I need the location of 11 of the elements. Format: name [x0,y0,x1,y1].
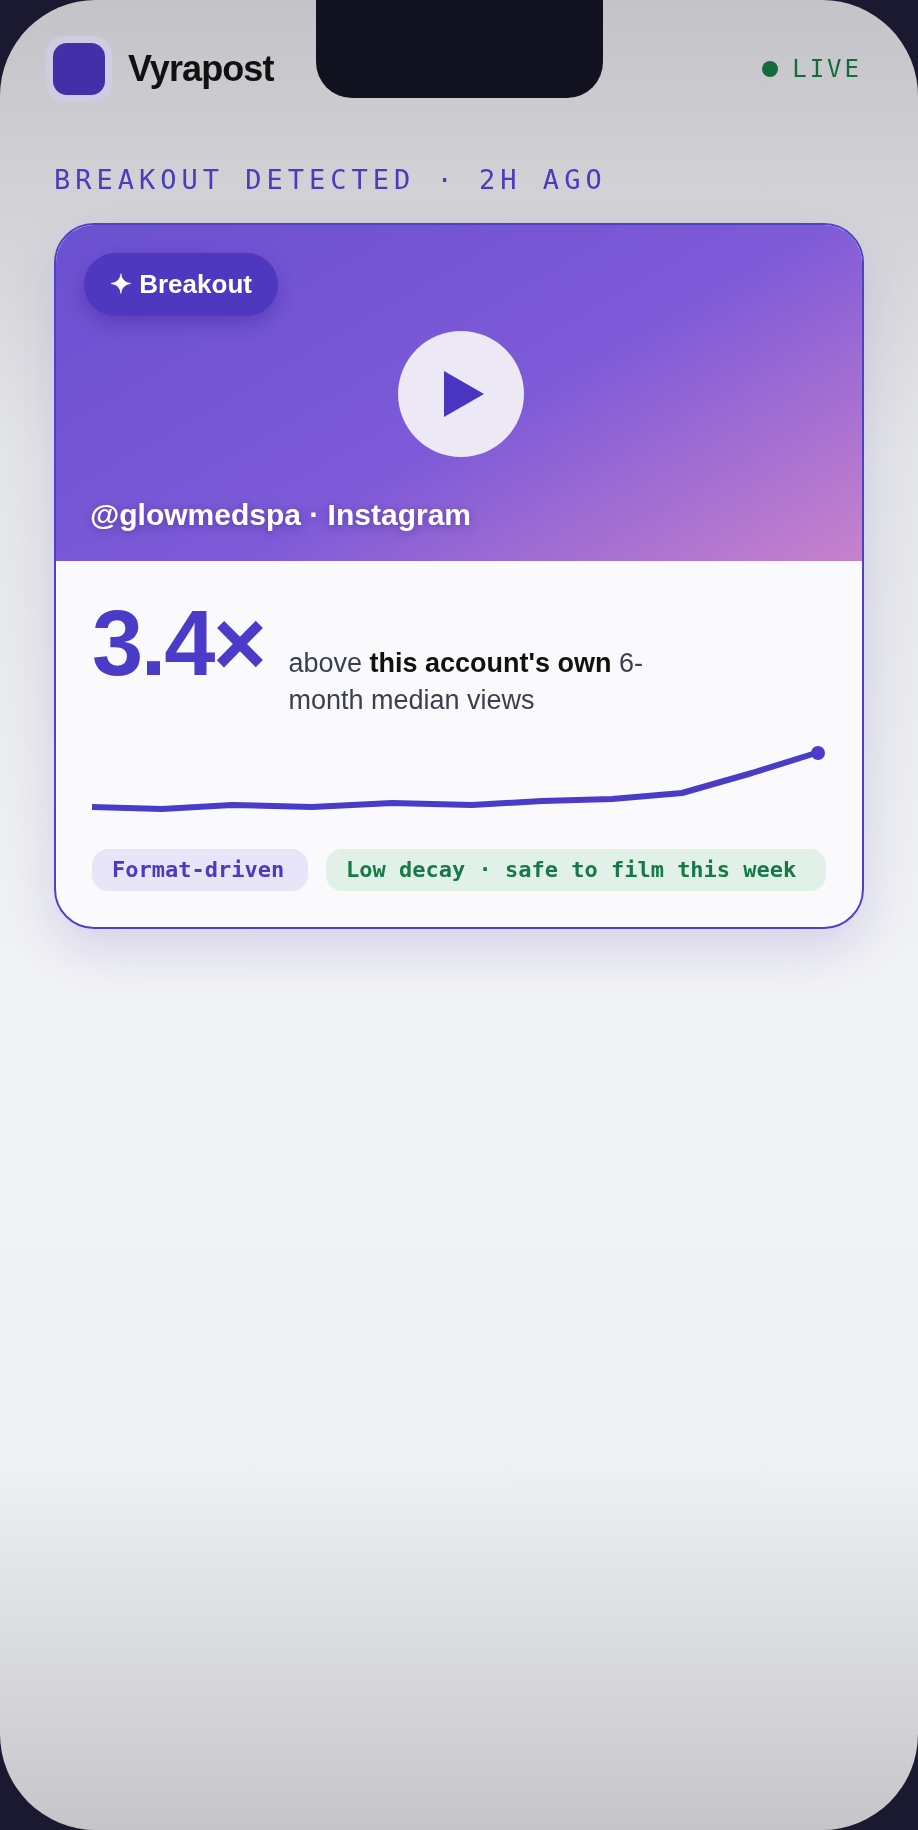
tag: Format-driven [92,848,308,891]
app-logo-icon [46,36,112,102]
app-name: Vyrapost [128,47,274,91]
status-label: LIVE [792,54,862,85]
source-label: @glowmedspa · Instagram [90,496,471,533]
breakout-badge: ✦ Breakout [84,252,278,316]
eyebrow-label: BREAKOUT DETECTED · 2H AGO [54,163,608,197]
tag: Low decay · safe to film this week [326,848,826,891]
multiplier-description: above this account's own 6-month median views [288,646,644,717]
play-icon [444,370,484,417]
multiplier-value: 3.4× [92,596,265,689]
